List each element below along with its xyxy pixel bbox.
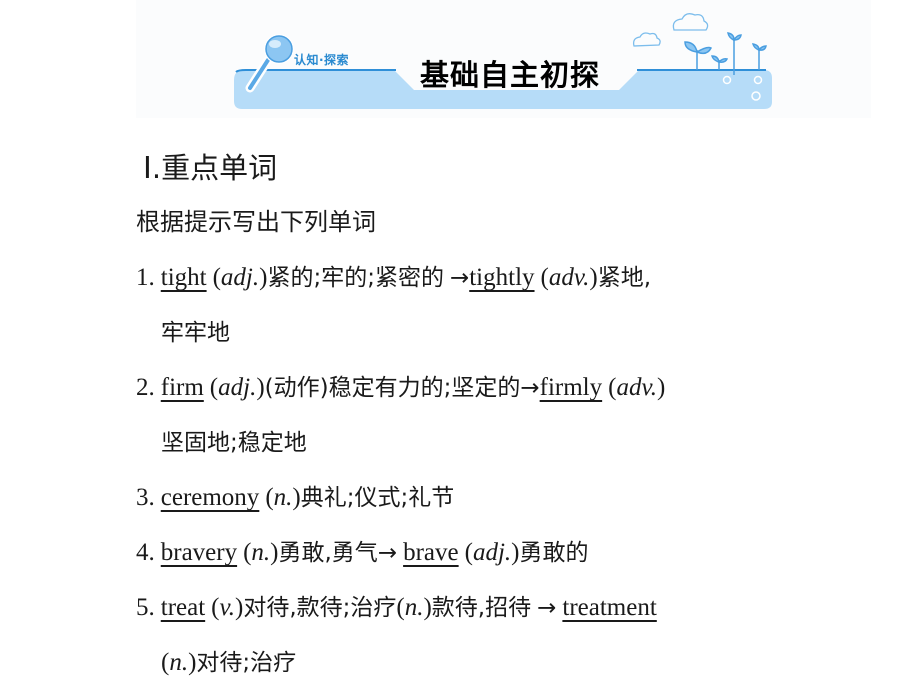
answer-word: ceremony [160,484,260,511]
answer-word: bravery [160,539,238,566]
vocab-item-1: 1. tight (adj.)紧的;牢的;紧密的 →tightly (adv.)… [136,264,651,291]
arrow-icon: → [449,265,470,291]
banner-subtitle: 认知·探索 [294,53,350,67]
part-of-speech: n. [273,484,293,511]
item-number: 2. [136,374,155,401]
vocab-item-1-continued: 牢牢地 [161,320,230,346]
part-of-speech: n. [251,539,271,566]
answer-word: treat [160,594,206,621]
vocab-item-5: 5. treat (v.)对待,款待;治疗(n.)款待,招待 → treatme… [136,594,657,621]
derived-word: firmly [539,374,603,401]
vocab-item-3: 3. ceremony (n.)典礼;仪式;礼节 [136,484,455,511]
answer-word: tight [160,264,207,291]
cloud-icon [632,13,709,47]
arrow-icon: → [520,375,540,401]
part-of-speech: adj. [220,264,260,291]
meaning: 紧的;牢的;紧密的 [267,265,444,291]
vocab-item-2-continued: 坚固地;稳定地 [161,430,307,456]
vocab-item-2: 2. firm (adj.)(动作)稳定有力的;坚定的→firmly (adv.… [136,374,666,401]
section-heading: Ⅰ.重点单词 [143,145,277,187]
meaning: (动作)稳定有力的;坚定的 [264,375,521,401]
derived-part-of-speech: adv. [616,374,657,401]
derived-word: treatment [562,594,657,621]
item-number: 4. [136,539,155,566]
meaning: 典礼;仪式;礼节 [300,485,455,511]
item-number: 5. [136,594,155,621]
arrow-icon: → [377,540,398,566]
continuation-meaning: 对待;治疗 [196,650,297,676]
derived-part-of-speech: adj. [472,539,512,566]
derived-meaning: 紧地, [597,265,651,291]
instruction-text: 根据提示写出下列单词 [136,208,376,236]
meaning-2: 款待,招待 [431,595,532,621]
vocab-item-4: 4. bravery (n.)勇敢,勇气→ brave (adj.)勇敢的 [136,539,589,566]
meaning: 对待,款待;治疗 [243,595,397,621]
answer-word: firm [160,374,204,401]
banner-title: 基础自主初探 [420,58,601,92]
section-title-text: .重点单词 [151,151,278,185]
item-number: 1. [136,264,155,291]
derived-word: brave [403,539,459,566]
part-of-speech-2: n. [404,594,424,621]
item-number: 3. [136,484,155,511]
derived-word: tightly [469,264,535,291]
section-numeral: Ⅰ [143,152,152,185]
derived-meaning: 勇敢的 [519,540,589,566]
derived-part-of-speech: adv. [548,264,590,291]
continuation-part-of-speech: n. [169,649,189,676]
part-of-speech: v. [219,594,236,621]
meaning: 勇敢,勇气 [278,540,378,566]
vocab-item-5-continued: (n.)对待;治疗 [161,649,297,676]
sprout-icon [684,32,767,75]
section-banner: 认知·探索 基础自主初探 [234,0,776,112]
part-of-speech: adj. [218,374,257,401]
arrow-icon: → [537,595,557,621]
